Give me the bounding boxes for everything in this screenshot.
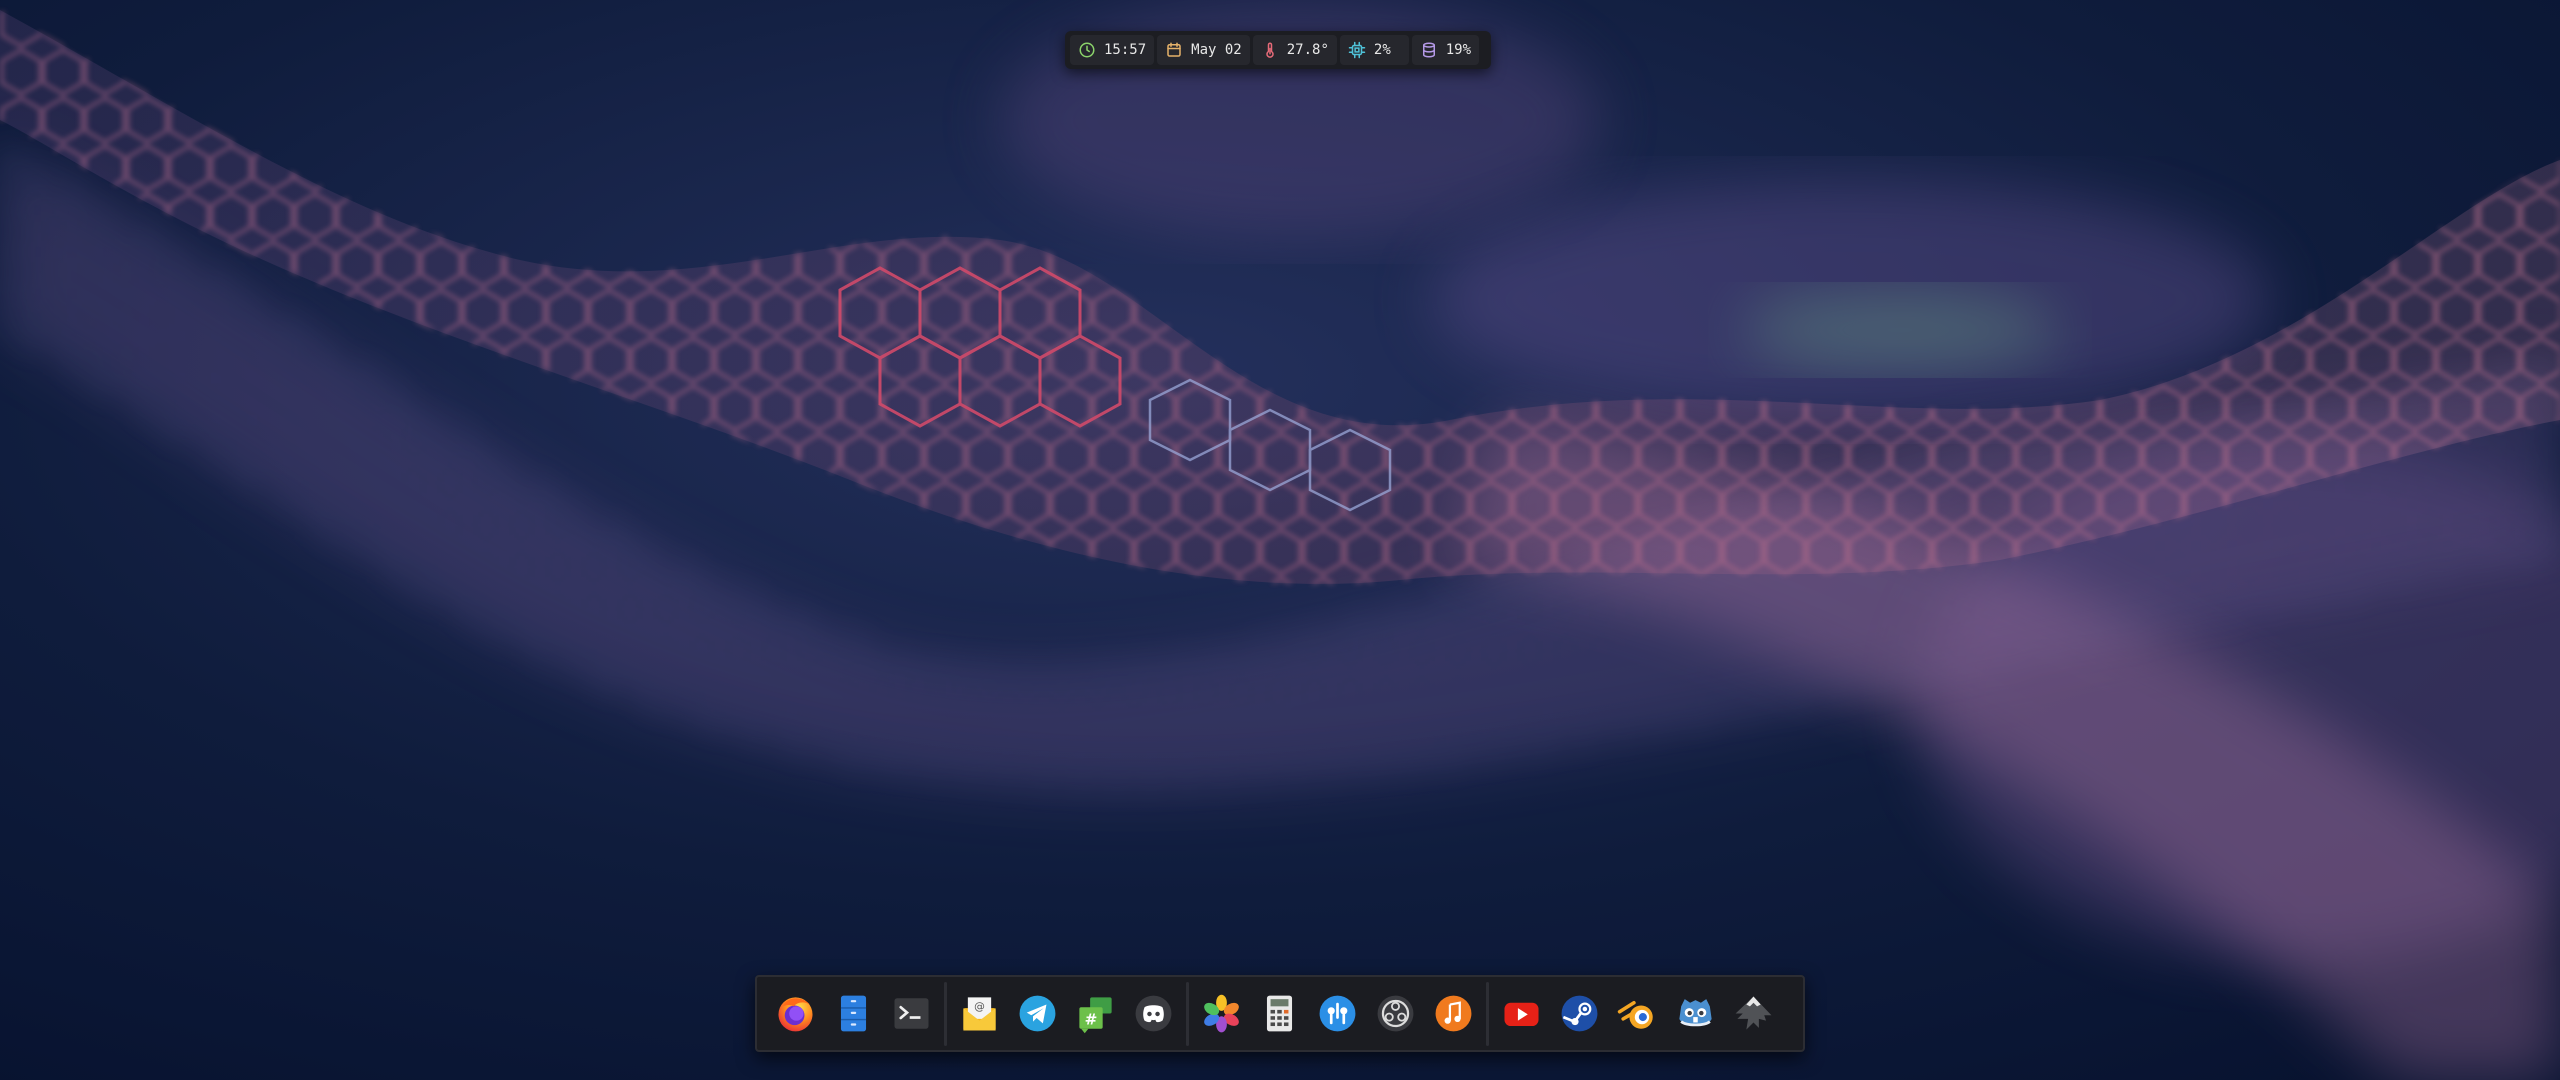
godot-icon	[1679, 999, 1712, 1027]
dock-group-communication: @ #	[947, 977, 1186, 1050]
calendar-icon	[1167, 42, 1181, 57]
status-bar: 15:57 May 02 27.8° 2% 19%	[1065, 31, 1491, 69]
dock-group-media	[1189, 977, 1486, 1050]
cpu-module[interactable]: 2%	[1339, 35, 1409, 65]
calculator-icon	[1266, 995, 1293, 1032]
thermometer-icon	[1266, 42, 1274, 58]
inkscape-icon	[1735, 996, 1772, 1030]
clock-icon	[1079, 42, 1095, 58]
dock-app-inkscape[interactable]	[1732, 992, 1775, 1035]
file-manager-icon	[840, 995, 867, 1032]
dock-group-system	[763, 977, 944, 1050]
dock-app-mail[interactable]: @	[958, 992, 1001, 1035]
clock-value: 15:57	[1104, 42, 1147, 58]
dock-app-telegram[interactable]	[1016, 992, 1059, 1035]
youtube-icon	[1504, 1002, 1539, 1027]
podcast-icon	[1319, 995, 1356, 1032]
dock-app-podcasts[interactable]	[1316, 992, 1359, 1035]
obs-icon	[1377, 995, 1414, 1032]
blender-icon	[1617, 1000, 1653, 1029]
dock-app-obs[interactable]	[1374, 992, 1417, 1035]
firefox-icon	[778, 997, 813, 1032]
dock-app-terminal[interactable]	[890, 992, 933, 1035]
dock-app-files[interactable]	[832, 992, 875, 1035]
photos-icon	[1204, 994, 1239, 1033]
dock-app-calculator[interactable]	[1258, 992, 1301, 1035]
discord-icon	[1135, 995, 1172, 1032]
cpu-icon	[1348, 41, 1366, 59]
date-value: May 02	[1191, 42, 1242, 58]
database-icon	[1422, 42, 1435, 58]
dock-app-godot[interactable]	[1674, 992, 1717, 1035]
dock-app-hexchat[interactable]: #	[1074, 992, 1117, 1035]
terminal-icon	[894, 998, 929, 1029]
dock-app-firefox[interactable]	[774, 992, 817, 1035]
dock-app-discord[interactable]	[1132, 992, 1175, 1035]
dock-app-steam[interactable]	[1558, 992, 1601, 1035]
temperature-value: 27.8°	[1286, 42, 1329, 58]
svg-text:@: @	[974, 1000, 985, 1013]
svg-text:#: #	[1085, 1010, 1098, 1028]
music-icon	[1435, 995, 1472, 1032]
memory-module[interactable]: 19%	[1411, 35, 1480, 65]
dock: @ #	[755, 975, 1805, 1052]
clock-module[interactable]: 15:57	[1070, 35, 1155, 65]
date-module[interactable]: May 02	[1157, 35, 1250, 65]
steam-icon	[1561, 995, 1598, 1032]
hexchat-icon: #	[1079, 997, 1112, 1034]
dock-app-youtube[interactable]	[1500, 992, 1543, 1035]
cpu-value: 2%	[1373, 42, 1391, 58]
dock-app-photos[interactable]	[1200, 992, 1243, 1035]
temperature-module[interactable]: 27.8°	[1252, 35, 1337, 65]
telegram-icon	[1019, 995, 1056, 1032]
dock-group-apps	[1489, 977, 1786, 1050]
mail-icon: @	[963, 997, 996, 1031]
memory-value: 19%	[1445, 42, 1472, 58]
dock-app-blender[interactable]	[1616, 992, 1659, 1035]
desktop-wallpaper	[0, 0, 2560, 1080]
dock-app-music[interactable]	[1432, 992, 1475, 1035]
